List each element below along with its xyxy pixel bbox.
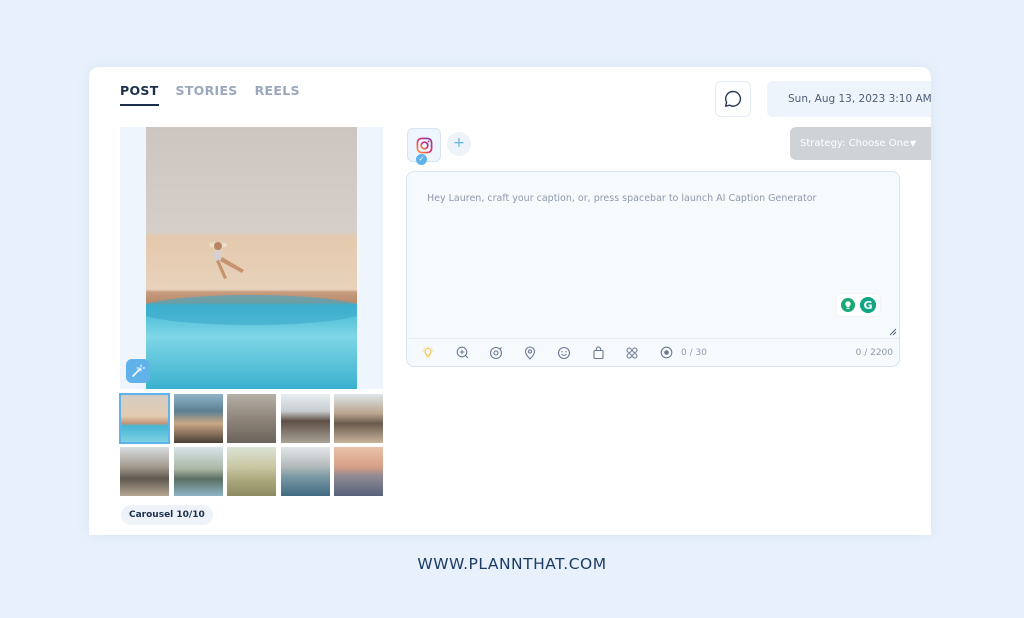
grammarly-icon[interactable]: G (859, 296, 877, 314)
ai-bulb-icon[interactable] (840, 297, 856, 313)
magic-wand-button[interactable] (126, 359, 150, 383)
strategy-dropdown[interactable]: Strategy: Choose One ▼ (790, 127, 931, 160)
magic-wand-icon (132, 364, 145, 377)
shop-button[interactable] (589, 344, 607, 362)
chevron-down-icon: ▼ (910, 139, 917, 148)
location-button[interactable] (521, 344, 539, 362)
record-circle-icon (660, 346, 672, 359)
thumbnail-4[interactable] (280, 394, 330, 443)
schedule-datetime[interactable]: Sun, Aug 13, 2023 3:10 AM (767, 81, 931, 117)
caption-editor: G (406, 171, 900, 367)
carousel-count-badge: Carousel 10/10 (121, 505, 213, 525)
strategy-label: Strategy: Choose One (800, 138, 910, 149)
hashtag-counter: 0 / 30 (681, 347, 707, 358)
collaborators-icon (626, 346, 638, 359)
tab-reels[interactable]: REELS (255, 83, 300, 106)
hashtag-search-icon (456, 346, 468, 359)
comments-button[interactable] (715, 81, 751, 117)
media-thumbnails (119, 393, 383, 496)
thumbnail-9[interactable] (280, 447, 330, 496)
thumbnail-8[interactable] (227, 447, 276, 496)
post-editor-card: POST STORIES REELS Sun, Aug 13, 2023 3:1… (89, 67, 931, 535)
post-type-tabs: POST STORIES REELS (120, 83, 300, 106)
location-pin-icon (524, 345, 536, 360)
thumbnail-3[interactable] (227, 394, 276, 443)
tag-users-button[interactable] (487, 344, 505, 362)
main-photo (146, 127, 357, 389)
hashtag-search-button[interactable] (453, 344, 471, 362)
thumbnail-7[interactable] (173, 447, 223, 496)
footer-website-url: WWW.PLANNTHAT.COM (417, 555, 607, 573)
add-account-button[interactable]: + (447, 132, 471, 156)
person-figure (209, 242, 244, 279)
thumbnail-2[interactable] (173, 394, 223, 443)
character-counter: 0 / 2200 (855, 348, 893, 358)
thumbnail-10[interactable] (334, 447, 383, 496)
caption-input[interactable] (408, 173, 898, 337)
tab-post[interactable]: POST (120, 83, 159, 106)
hashtag-counter-icon (657, 344, 675, 362)
caption-assist-icons: G (837, 294, 880, 316)
smiley-icon (557, 346, 571, 359)
account-selected-check-icon: ✓ (416, 154, 427, 165)
chat-bubble-icon (724, 90, 742, 107)
thumbnail-5[interactable] (334, 394, 383, 443)
instagram-icon (416, 137, 432, 153)
svg-text:G: G (863, 299, 872, 312)
ideas-button[interactable] (419, 344, 437, 362)
resize-handle-icon[interactable] (889, 328, 897, 336)
thumbnail-1[interactable] (119, 393, 170, 444)
thumbnail-6[interactable] (120, 447, 169, 496)
caption-toolbar: 0 / 30 0 / 2200 (407, 338, 899, 366)
shopping-bag-icon (592, 345, 604, 359)
collaborators-button[interactable] (623, 344, 641, 362)
lightbulb-icon (422, 346, 434, 357)
media-preview (120, 127, 383, 389)
emoji-button[interactable] (555, 344, 573, 362)
pool-decoration (146, 295, 357, 325)
tab-stories[interactable]: STORIES (176, 83, 238, 106)
at-sign-icon (489, 346, 503, 359)
